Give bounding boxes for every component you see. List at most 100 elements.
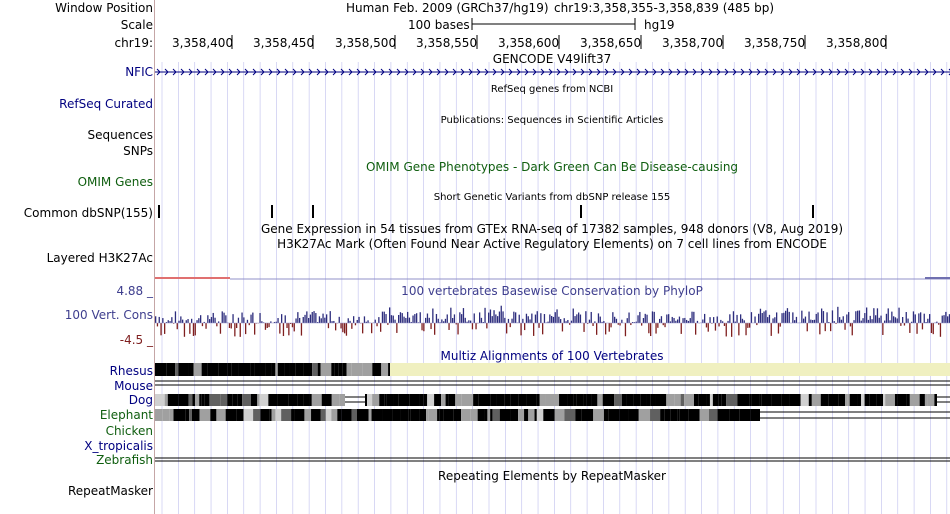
gene-label-nfic[interactable]: NFIC [125, 65, 153, 79]
species-label-elephant[interactable]: Elephant [100, 408, 153, 422]
multiz-dog-block [749, 394, 752, 406]
multiz-dog-block [419, 394, 424, 406]
multiz-elephant-block [524, 409, 529, 421]
conservation-bar [452, 318, 454, 323]
conservation-bar [338, 316, 340, 323]
species-label-zebrafish[interactable]: Zebrafish [96, 453, 153, 467]
conservation-bar [912, 311, 915, 323]
multiz-dog-block [883, 394, 886, 406]
conservation-bar [551, 315, 553, 323]
conservation-bar [340, 323, 342, 329]
conservation-bar [486, 323, 488, 329]
conservation-bar [430, 323, 432, 330]
multiz-dog-block [781, 394, 790, 406]
conservation-bar [389, 307, 391, 323]
multiz-elephant-block [419, 409, 427, 421]
multiz-elephant-block [275, 409, 282, 421]
conservation-bar [873, 308, 875, 323]
conservation-bar [554, 312, 556, 323]
multiz-elephant-block [707, 409, 710, 421]
conservation-bar [185, 320, 187, 323]
conservation-bar [194, 323, 196, 336]
conservation-bar [212, 312, 214, 323]
conservation-bar [720, 319, 722, 323]
track-label-h3k27ac[interactable]: Layered H3K27Ac [47, 251, 153, 265]
multiz-dog-block [518, 394, 527, 406]
conservation-bar [196, 320, 198, 323]
conservation-bar [857, 310, 859, 323]
conservation-bar [403, 316, 405, 323]
conservation-bar [621, 319, 623, 323]
conservation-bar [480, 317, 483, 323]
conservation-bar [198, 318, 200, 323]
track-label-conservation[interactable]: 100 Vert. Cons [65, 308, 153, 322]
conservation-bar [462, 308, 465, 323]
multiz-dog-block [311, 394, 322, 406]
multiz-dog-block [379, 394, 385, 406]
conservation-bar [777, 323, 780, 334]
conservation-bar [878, 317, 880, 323]
track-label-omim[interactable]: OMIM Genes [78, 175, 153, 189]
multiz-dog-block [811, 394, 821, 406]
species-label-mouse[interactable]: Mouse [114, 379, 153, 393]
multiz-dog-block [885, 394, 890, 406]
conservation-bar [725, 323, 727, 337]
multiz-elephant-block [371, 409, 383, 421]
track-label-snps[interactable]: SNPs [123, 144, 153, 158]
conservation-bar [885, 313, 888, 323]
multiz-rhesus-block [265, 363, 272, 376]
multiz-rhesus-block [388, 363, 390, 376]
conservation-bar [869, 315, 871, 323]
conservation-bar [207, 315, 209, 323]
conservation-bar [345, 323, 348, 336]
conservation-bar [495, 314, 497, 323]
conservation-bar [767, 317, 769, 323]
multiz-dog-block [567, 394, 574, 406]
conservation-bar [732, 311, 735, 323]
species-label-xtropicalis[interactable]: X_tropicalis [84, 439, 153, 453]
ruler-position-label: 3,358,750 [744, 36, 806, 50]
multiz-dog-block [423, 394, 428, 406]
conservation-bar [641, 323, 643, 326]
multiz-dog-block [227, 394, 233, 406]
conservation-bar [696, 320, 699, 323]
species-label-chicken[interactable]: Chicken [106, 424, 153, 438]
conservation-bar [608, 323, 610, 332]
track-label-dbsnp[interactable]: Common dbSNP(155) [24, 206, 153, 220]
conservation-bar [945, 311, 947, 323]
conservation-bar [506, 323, 508, 334]
multiz-rhesus-block [346, 363, 352, 376]
conservation-bar [695, 323, 697, 335]
multiz-elephant-block [603, 409, 609, 421]
genome-graphics-canvas[interactable] [155, 0, 950, 514]
multiz-dog-block [490, 394, 497, 406]
conservation-bar [655, 323, 657, 334]
species-label-dog[interactable]: Dog [129, 393, 153, 407]
conservation-bar [821, 308, 823, 323]
conservation-bar [509, 323, 511, 328]
multiz-rhesus-block [372, 363, 382, 376]
conservation-bar [831, 310, 834, 323]
multiz-dog-block [614, 394, 622, 406]
track-label-repeatmasker[interactable]: RepeatMasker [68, 484, 153, 498]
track-label-refseq[interactable]: RefSeq Curated [59, 97, 153, 111]
conservation-bar [268, 323, 270, 328]
conservation-bar [567, 320, 569, 323]
multiz-rhesus-block [317, 363, 321, 376]
species-label-rhesus[interactable]: Rhesus [110, 364, 153, 378]
multiz-rhesus-block [188, 363, 194, 376]
conservation-bar [801, 310, 803, 323]
track-label-sequences[interactable]: Sequences [88, 128, 153, 142]
conservation-bar [579, 314, 582, 323]
multiz-elephant-block [628, 409, 639, 421]
multiz-dog-block [164, 394, 168, 406]
conservation-min-value: -4.5 _ [119, 333, 153, 347]
multiz-dog-block [237, 394, 243, 406]
multiz-dog-block [709, 394, 713, 406]
multiz-rhesus-block [201, 363, 208, 376]
conservation-bar [549, 314, 551, 323]
multiz-elephant-block [699, 409, 708, 421]
multiz-elephant-block [536, 409, 544, 421]
conservation-bar [920, 312, 922, 323]
conservation-bar [930, 323, 933, 334]
